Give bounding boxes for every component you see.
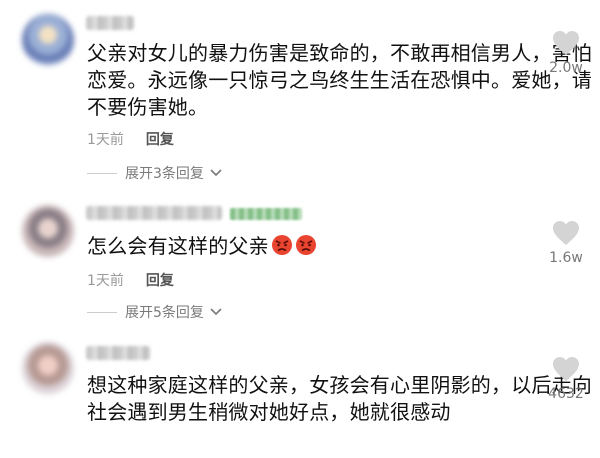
avatar[interactable]: [22, 14, 74, 66]
comment-text: 父亲对女儿的暴力伤害是致命的，不敢再相信男人，害怕 恋爱。永远像一只惊弓之鸟终生…: [87, 40, 592, 121]
comment-time: 1天前: [87, 132, 124, 148]
heart-icon: [538, 30, 594, 56]
comment-meta: 1天前 回复: [87, 129, 174, 149]
divider-line: [87, 172, 117, 174]
angry-face-icon: [295, 234, 317, 256]
like-count: 2.0w: [549, 60, 583, 76]
comment-list: 父亲对女儿的暴力伤害是致命的，不敢再相信男人，害怕 恋爱。永远像一只惊弓之鸟终生…: [0, 0, 600, 458]
comment-meta: 1天前 回复: [87, 270, 174, 290]
reply-button[interactable]: 回复: [146, 132, 174, 148]
comment-text-line: 怎么会有这样的父亲: [87, 234, 269, 258]
like-button[interactable]: 2.0w: [538, 30, 594, 76]
comment-text: 怎么会有这样的父亲: [87, 233, 317, 260]
expand-replies-button[interactable]: 展开5条回复: [87, 302, 222, 322]
heart-icon: [538, 220, 594, 246]
comment-text-line: 想这种家庭这样的父亲，女孩会有心里阴影的，以后走向: [87, 373, 592, 397]
comment-text-line: 父亲对女儿的暴力伤害是致命的，不敢再相信男人，害怕: [87, 41, 592, 65]
reply-button[interactable]: 回复: [146, 273, 174, 289]
comment-text-line: 不要伤害她。: [87, 95, 209, 119]
like-count: 4632: [548, 386, 584, 402]
avatar[interactable]: [22, 205, 74, 257]
comment-text-line: 社会遇到男生稍微对她好点，她就很感动: [87, 400, 451, 424]
like-button[interactable]: 1.6w: [538, 220, 594, 266]
angry-face-icon: [271, 234, 293, 256]
username[interactable]: [86, 16, 134, 30]
heart-icon: [538, 356, 594, 382]
chevron-down-icon: [210, 304, 222, 320]
like-count: 1.6w: [549, 250, 583, 266]
avatar[interactable]: [22, 342, 74, 394]
comment-item: 父亲对女儿的暴力伤害是致命的，不敢再相信男人，害怕 恋爱。永远像一只惊弓之鸟终生…: [0, 0, 600, 190]
divider-line: [87, 311, 117, 313]
like-button[interactable]: 4632: [538, 356, 594, 402]
chevron-down-icon: [210, 165, 222, 181]
username[interactable]: [86, 346, 150, 360]
expand-replies-label: 展开5条回复: [125, 305, 204, 321]
comment-text-line: 恋爱。永远像一只惊弓之鸟终生生活在恐惧中。爱她，请: [87, 68, 592, 92]
user-badge: [230, 208, 302, 220]
expand-replies-label: 展开3条回复: [125, 166, 204, 182]
expand-replies-button[interactable]: 展开3条回复: [87, 163, 222, 183]
username[interactable]: [86, 206, 222, 220]
comment-time: 1天前: [87, 273, 124, 289]
comment-text: 想这种家庭这样的父亲，女孩会有心里阴影的，以后走向 社会遇到男生稍微对她好点，她…: [87, 372, 592, 426]
